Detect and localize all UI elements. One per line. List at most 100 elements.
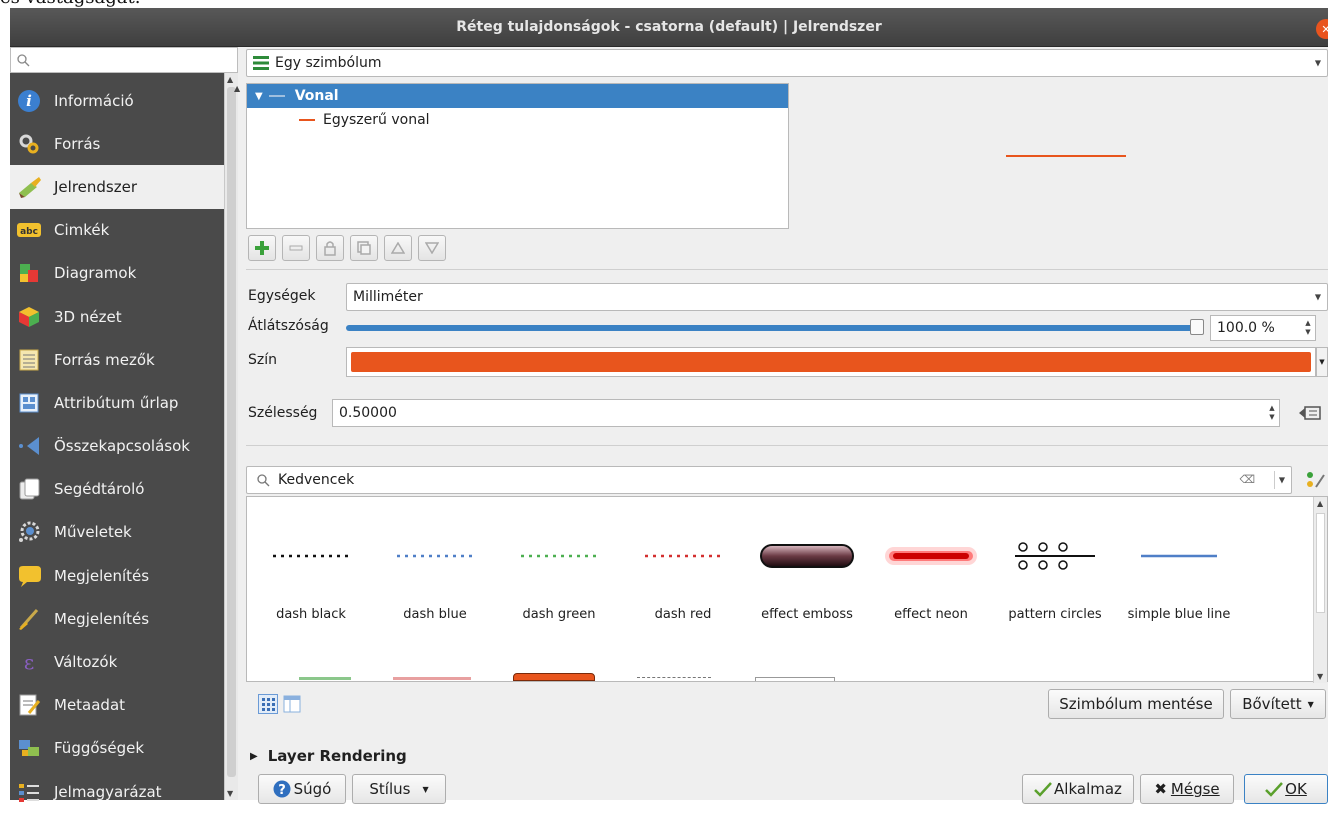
symbol-name: pattern circles [1008, 607, 1102, 622]
next-row-symbol-red[interactable] [393, 677, 471, 680]
opacity-slider-handle[interactable] [1190, 319, 1204, 335]
sidebar-item-diagrams[interactable]: Diagramok [10, 252, 224, 295]
next-row-symbol-outline[interactable] [755, 677, 835, 681]
arrow-down-icon [425, 242, 439, 254]
actions-icon [16, 520, 42, 544]
sidebar-item-label: Metaadat [54, 696, 126, 715]
library-symbol-simple-blue-line[interactable]: simple blue line [1117, 497, 1241, 683]
units-select[interactable]: Milliméter ▼ [346, 283, 1328, 311]
library-symbol-dash-red[interactable]: dash red [621, 497, 745, 683]
width-spinbox[interactable]: 0.50000 ▲ ▼ [332, 399, 1280, 427]
library-symbol-effect-neon[interactable]: effect neon [869, 497, 993, 683]
divider [1274, 471, 1275, 489]
sidebar-item-label: Jelrendszer [54, 177, 137, 196]
sidebar-item-actions[interactable]: Műveletek [10, 511, 224, 554]
sidebar-item-rendering[interactable]: Megjelenítés [10, 597, 224, 640]
rendering-icon [16, 607, 42, 631]
opacity-value: 100.0 % [1217, 320, 1275, 336]
symbol-name: simple blue line [1127, 607, 1231, 622]
dash-green-preview [521, 554, 597, 558]
sidebar-item-joins[interactable]: Összekapcsolások [10, 425, 224, 468]
opacity-slider[interactable] [346, 325, 1200, 331]
save-symbol-button[interactable]: Szimbólum mentése [1048, 689, 1224, 719]
sidebar-item-legend[interactable]: Jelmagyarázat [10, 770, 224, 813]
help-icon: ? [273, 780, 291, 798]
advanced-button[interactable]: Bővített ▼ [1230, 689, 1326, 719]
color-label: Szín [248, 352, 277, 368]
list-view-icon [283, 695, 301, 713]
ok-label: OK [1285, 780, 1307, 798]
expand-arrow-icon[interactable]: ▼ [255, 91, 263, 102]
library-symbol-pattern-circles[interactable]: pattern circles [993, 497, 1117, 683]
window-title: Réteg tulajdonságok - csatorna (default)… [456, 19, 882, 35]
sidebar-item-metadata[interactable]: Metaadat [10, 684, 224, 727]
remove-layer-button[interactable] [282, 235, 310, 261]
sidebar-item-3d-view[interactable]: 3D nézet [10, 295, 224, 338]
library-symbol-dash-green[interactable]: dash green [497, 497, 621, 683]
next-row-symbol-orange[interactable] [513, 673, 595, 681]
duplicate-icon [357, 241, 371, 255]
library-symbol-dash-black[interactable]: dash black [249, 497, 373, 683]
sidebar-item-label: Segédtároló [54, 480, 145, 499]
icon-view-button[interactable] [258, 694, 278, 718]
sidebar-list: i Információ Forrás Jelrendszer abc Cimk… [10, 79, 224, 813]
properties-window: i Információ Forrás Jelrendszer abc Cimk… [10, 47, 1328, 804]
lock-layer-button[interactable] [316, 235, 344, 261]
library-search-input[interactable]: Kedvencek ⌫ ▼ [246, 466, 1292, 494]
library-symbol-dash-blue[interactable]: dash blue [373, 497, 497, 683]
list-view-button[interactable] [282, 694, 302, 718]
sidebar-item-label: Információ [54, 91, 134, 110]
clear-icon[interactable]: ⌫ [1239, 473, 1255, 486]
scroll-up-icon[interactable]: ▲ [1317, 499, 1323, 508]
search-icon [257, 473, 270, 486]
expand-arrow-icon[interactable]: ▶ [250, 751, 258, 762]
renderer-type-select[interactable]: Egy szimbólum ▼ [246, 49, 1328, 77]
library-scrollbar[interactable]: ▲ ▼ [1313, 497, 1327, 683]
sidebar-item-display[interactable]: Megjelenítés [10, 554, 224, 597]
color-dropdown-icon[interactable]: ▼ [1316, 347, 1328, 377]
next-row-symbol-ticks[interactable] [637, 677, 711, 679]
move-up-button[interactable] [384, 235, 412, 261]
close-icon[interactable]: ✕ [1316, 19, 1328, 39]
sidebar-item-labels[interactable]: abc Cimkék [10, 209, 224, 252]
tree-item-line-symbol[interactable]: ▼ Vonal [247, 84, 788, 108]
help-label: Súgó [293, 780, 332, 798]
divider [246, 269, 1328, 270]
duplicate-layer-button[interactable] [350, 235, 378, 261]
move-down-button[interactable] [418, 235, 446, 261]
sidebar-item-auxiliary-storage[interactable]: Segédtároló [10, 468, 224, 511]
scroll-down-icon[interactable]: ▼ [1317, 672, 1323, 681]
symbol-layer-toolbar [248, 235, 446, 261]
sidebar-item-symbology[interactable]: Jelrendszer [10, 165, 224, 209]
layer-rendering-section[interactable]: ▶ Layer Rendering [250, 747, 407, 765]
scroll-up-icon[interactable]: ▲ [234, 84, 240, 93]
tree-item-simple-line[interactable]: Egyszerű vonal [247, 108, 788, 132]
line-symbol-icon [268, 95, 285, 97]
scroll-down-icon[interactable]: ▼ [227, 789, 233, 798]
data-defined-override-icon[interactable] [1298, 403, 1322, 427]
chevron-down-icon[interactable]: ▼ [1279, 476, 1285, 485]
spin-arrows-icon[interactable]: ▲ ▼ [1267, 404, 1277, 422]
effect-emboss-preview [760, 544, 854, 568]
next-row-symbol-green[interactable] [299, 677, 351, 680]
scrollbar-thumb[interactable] [1316, 513, 1325, 613]
sidebar-item-label: Diagramok [54, 264, 137, 283]
spin-arrows-icon[interactable]: ▲ ▼ [1303, 319, 1313, 337]
sidebar-item-source-fields[interactable]: Forrás mezők [10, 338, 224, 381]
color-button[interactable] [346, 347, 1316, 377]
sidebar-item-information[interactable]: i Információ [10, 79, 224, 122]
sidebar-item-variables[interactable]: ε Változók [10, 640, 224, 683]
sidebar-item-attribute-form[interactable]: Attribútum űrlap [10, 381, 224, 424]
add-layer-button[interactable] [248, 235, 276, 261]
sidebar-item-label: Műveletek [54, 523, 132, 542]
check-icon [1034, 782, 1052, 797]
opacity-spinbox[interactable]: 100.0 % ▲ ▼ [1210, 315, 1316, 341]
sidebar-item-dependencies[interactable]: Függőségek [10, 727, 224, 770]
effect-neon-preview [885, 547, 977, 565]
style-manager-icon[interactable] [1306, 471, 1326, 493]
tree-scrollbar[interactable]: ▲ [232, 83, 245, 229]
sidebar-search-input[interactable] [10, 47, 238, 73]
symbol-preview [1006, 155, 1126, 157]
library-symbol-effect-emboss[interactable]: effect emboss [745, 497, 869, 683]
sidebar-item-source[interactable]: Forrás [10, 122, 224, 165]
